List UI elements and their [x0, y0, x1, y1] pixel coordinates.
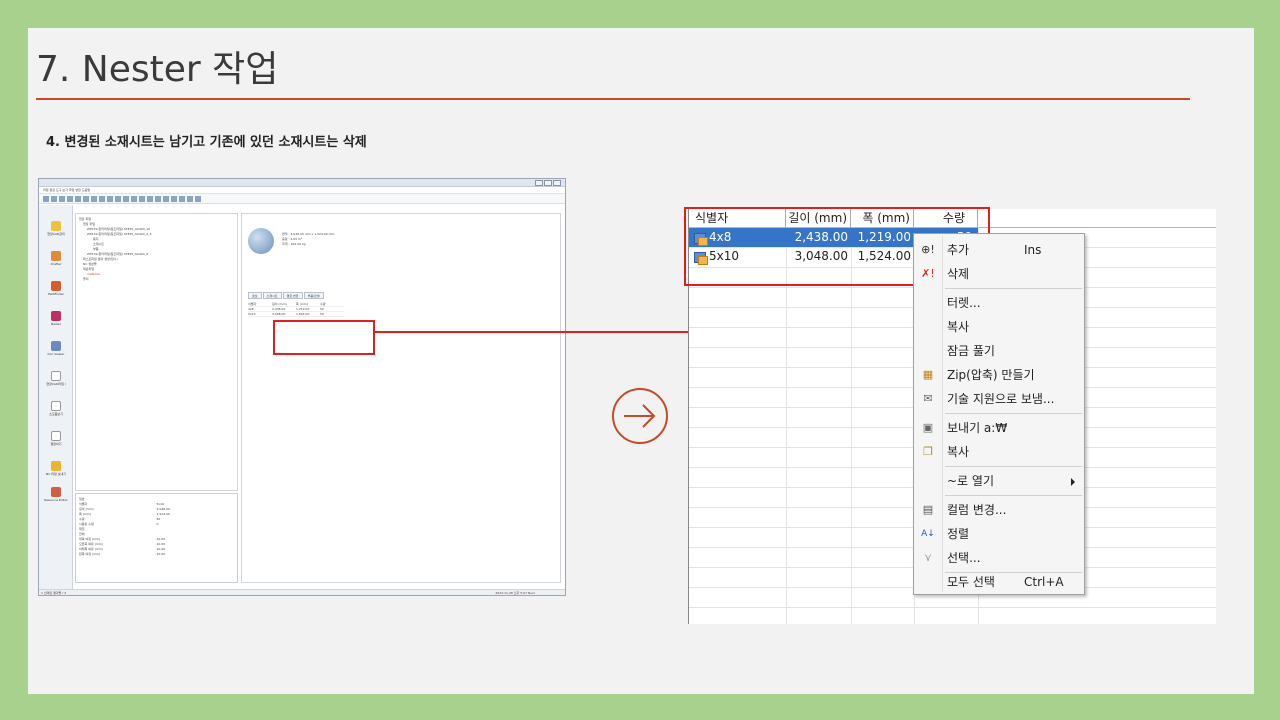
menu-item-copy[interactable]: 복사	[914, 315, 1084, 339]
context-menu: ⊕! 추가 Ins ✗! 삭제 터렛... 복사 잠금 풀기 ▦ Zip(압축) …	[913, 233, 1085, 595]
mini-sidebar-item: Doc Viewer	[39, 341, 73, 356]
mini-menubar: 파일 편집 도구 보기 파일 변환 도움말	[39, 187, 565, 194]
material-preview-icon	[248, 228, 274, 254]
maximize-icon	[544, 180, 552, 186]
step-description: 4. 변경된 소재시트는 남기고 기존에 있던 소재시트는 삭제	[46, 135, 367, 150]
menu-item-select-all[interactable]: 모두 선택 Ctrl+A	[914, 570, 1084, 594]
menu-item-zip[interactable]: ▦ Zip(압축) 만들기	[914, 363, 1084, 387]
menu-item-delete[interactable]: ✗! 삭제	[914, 262, 1084, 286]
menu-item-turret[interactable]: 터렛...	[914, 291, 1084, 315]
menu-item-unlock[interactable]: 잠금 풀기	[914, 339, 1084, 363]
mini-sidebar-item: 현장CAD관리	[39, 221, 73, 236]
delete-icon: ✗!	[921, 267, 935, 280]
menu-item-select[interactable]: ⋎ 선택...	[914, 546, 1084, 570]
mini-toolbar	[39, 194, 565, 204]
mini-sidebar-item: PathFinder	[39, 281, 73, 296]
mail-icon: ✉	[923, 392, 933, 405]
filter-icon: ⋎	[923, 551, 933, 564]
menu-item-add[interactable]: ⊕! 추가 Ins	[914, 238, 1084, 262]
mini-sidebar-item: Drafter	[39, 251, 73, 266]
send-icon: ▣	[922, 421, 934, 434]
menu-item-send-to[interactable]: ▣ 보내기 a:₩	[914, 416, 1084, 440]
mini-sidebar-item: 소모품보기	[39, 401, 73, 416]
mini-sidebar: 현장CAD관리 Drafter PathFinder Nester Doc Vi…	[39, 205, 73, 589]
menu-item-open-with[interactable]: ~로 열기	[914, 469, 1084, 493]
mini-sheet-grid: 식별자 길이 (mm) 폭 (mm) 수량 4x8 2,438.00 1,219.00 50…	[248, 302, 344, 317]
mini-statusbar: 1 선택된 결과물 / 2 2023-11-28 오후 5:07 Num	[39, 589, 565, 595]
minimize-icon	[535, 180, 543, 186]
title-divider	[36, 98, 1190, 100]
submenu-arrow-icon	[1071, 478, 1075, 486]
mini-tabs: 정보 소재시트 결합 변환 부품/판넬	[248, 292, 324, 299]
close-icon	[553, 180, 561, 186]
zip-icon: ▦	[922, 368, 934, 381]
columns-icon: ▤	[922, 503, 934, 516]
copy-icon: ❐	[923, 445, 933, 458]
app-screenshot-thumbnail: 파일 편집 도구 보기 파일 변환 도움말 현장CAD관리 Drafter Pa…	[38, 178, 566, 596]
mini-sidebar-item: 현장CAD파일 I	[39, 371, 73, 386]
mini-titlebar	[39, 179, 565, 187]
mini-detail-panel: 면적 : 3,048.00 mm x 1,524.00 mm 중량 : 4.65…	[241, 213, 561, 583]
mini-sidebar-item: NC 파일 보내기	[39, 461, 73, 476]
mini-properties-panel: 일반 식별자 5x10 길이 (mm) 3,048.00 폭 (mm) 1,524.0…	[75, 493, 238, 583]
menu-item-sort[interactable]: A↓ 정렬	[914, 522, 1084, 546]
sort-icon: A↓	[921, 529, 935, 539]
slide-title: 7. Nester 작업	[36, 49, 279, 90]
mini-file-tree: 현장 파일 현장 파일 ZIP139-환타파일(참조파일) STEP1_G040…	[75, 213, 238, 491]
mini-grid-highlight	[273, 320, 375, 355]
menu-item-send-support[interactable]: ✉ 기술 지원으로 보냄...	[914, 387, 1084, 411]
mini-material-info: 면적 : 3,048.00 mm x 1,524.00 mm 중량 : 4.65…	[282, 232, 335, 246]
right-arrow-circle-icon	[612, 388, 668, 444]
add-icon: ⊕!	[921, 243, 935, 256]
menu-item-columns[interactable]: ▤ 컬럼 변경...	[914, 498, 1084, 522]
mini-sidebar-item: Resource Editor	[39, 487, 73, 502]
mini-sidebar-item: 결합하기	[39, 431, 73, 446]
menu-item-copy-2[interactable]: ❐ 복사	[914, 440, 1084, 464]
mini-sidebar-item: Nester	[39, 311, 73, 326]
